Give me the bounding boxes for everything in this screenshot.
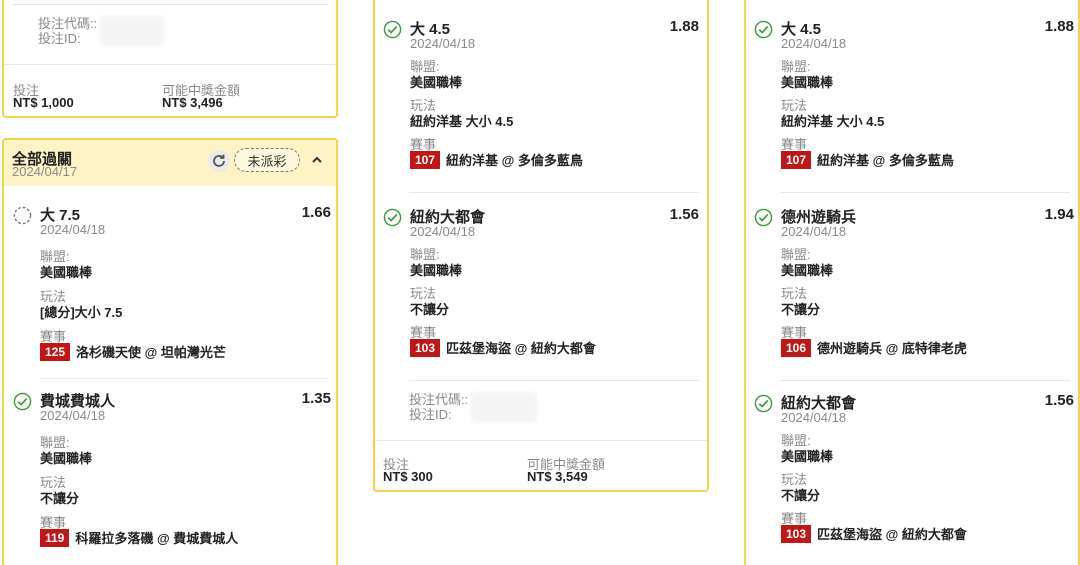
status-badge: 未派彩 xyxy=(234,148,300,172)
match-teams: 科羅拉多落磯 @ 費城費城人 xyxy=(75,531,239,546)
parlay-bet-card: 全部過關 2024/04/17 未派彩 大 7.5 1.66 2024/04/1… xyxy=(2,138,338,565)
bet-code-label: 投注代碼:: xyxy=(38,16,98,31)
bet-leg: 大 4.5 1.88 2024/04/18 聯盟: 美國職棒 玩法 紐約洋基 大… xyxy=(754,18,1074,178)
check-circle-icon xyxy=(754,208,773,227)
stake-value: NT$ 300 xyxy=(383,469,433,484)
match-number-badge: 103 xyxy=(781,524,812,543)
match-teams: 紐約洋基 @ 多倫多藍鳥 xyxy=(446,153,583,168)
bet-leg: 紐約大都會 1.56 2024/04/18 聯盟: 美國職棒 玩法 不讓分 賽事… xyxy=(754,392,1074,552)
league-value: 美國職棒 xyxy=(781,449,834,464)
pending-circle-icon xyxy=(13,206,32,225)
divider xyxy=(12,4,328,5)
potential-win-value: NT$ 3,549 xyxy=(527,469,588,484)
chevron-up-icon[interactable] xyxy=(310,153,324,167)
match-number-badge: 119 xyxy=(40,528,70,547)
match-value: 103 匹茲堡海盜 @ 紐約大都會 xyxy=(781,524,967,543)
leg-date: 2024/04/18 xyxy=(781,410,847,425)
divider xyxy=(4,64,336,65)
check-circle-icon xyxy=(754,20,773,39)
parlay-card-header[interactable]: 全部過關 2024/04/17 未派彩 xyxy=(4,140,336,186)
play-value: 不讓分 xyxy=(410,302,450,317)
play-value: 紐約洋基 大小 4.5 xyxy=(410,114,514,129)
match-value: 107 紐約洋基 @ 多倫多藍鳥 xyxy=(781,150,954,169)
match-value: 107 紐約洋基 @ 多倫多藍鳥 xyxy=(410,150,583,169)
play-value: 不讓分 xyxy=(781,302,821,317)
league-value: 美國職棒 xyxy=(410,75,463,90)
potential-win-value: NT$ 3,496 xyxy=(162,95,223,110)
league-value: 美國職棒 xyxy=(410,263,463,278)
leg-date: 2024/04/18 xyxy=(781,224,847,239)
play-value: [總分]大小 7.5 xyxy=(40,305,123,320)
league-value: 美國職棒 xyxy=(781,263,834,278)
divider xyxy=(409,380,699,381)
odds-value: 1.56 xyxy=(669,206,699,223)
divider xyxy=(375,440,707,441)
bet-code-label: 投注代碼:: xyxy=(409,392,469,407)
match-number-badge: 106 xyxy=(781,338,812,357)
check-circle-icon xyxy=(383,208,402,227)
bet-leg: 紐約大都會 1.56 2024/04/18 聯盟: 美國職棒 玩法 不讓分 賽事… xyxy=(383,206,701,366)
leg-date: 2024/04/18 xyxy=(40,222,106,237)
divider xyxy=(40,378,328,379)
leg-date: 2024/04/18 xyxy=(410,36,476,51)
bet-slip-card-top: 投注代碼:: 投注ID: 投注 NT$ 1,000 可能中獎金額 NT$ 3,4… xyxy=(2,0,338,118)
play-value: 不讓分 xyxy=(781,488,821,503)
bet-id-label: 投注ID: xyxy=(38,31,81,46)
leg-date: 2024/04/18 xyxy=(410,224,476,239)
divider xyxy=(409,192,699,193)
match-teams: 德州遊騎兵 @ 底特律老虎 xyxy=(817,341,967,356)
odds-value: 1.35 xyxy=(301,390,331,407)
check-circle-icon xyxy=(754,394,773,413)
play-value: 不讓分 xyxy=(40,491,80,506)
odds-value: 1.88 xyxy=(669,18,699,35)
match-number-badge: 103 xyxy=(410,338,441,357)
match-value: 125 洛杉磯天使 @ 坦帕灣光芒 xyxy=(40,342,226,361)
odds-value: 1.94 xyxy=(1044,206,1074,223)
bet-leg: 大 4.5 1.88 2024/04/18 聯盟: 美國職棒 玩法 紐約洋基 大… xyxy=(383,18,701,178)
match-number-badge: 107 xyxy=(781,150,812,169)
match-teams: 紐約洋基 @ 多倫多藍鳥 xyxy=(817,153,954,168)
match-teams: 洛杉磯天使 @ 坦帕灣光芒 xyxy=(76,345,226,360)
match-value: 103 匹茲堡海盜 @ 紐約大都會 xyxy=(410,338,596,357)
divider xyxy=(780,192,1070,193)
odds-value: 1.66 xyxy=(301,204,331,221)
match-number-badge: 107 xyxy=(410,150,441,169)
bet-leg: 德州遊騎兵 1.94 2024/04/18 聯盟: 美國職棒 玩法 不讓分 賽事… xyxy=(754,206,1074,366)
check-circle-icon xyxy=(383,20,402,39)
league-value: 美國職棒 xyxy=(40,451,93,466)
redacted-bet-code xyxy=(100,16,164,46)
check-circle-icon xyxy=(13,392,32,411)
bet-slip-card-middle: 大 4.5 1.88 2024/04/18 聯盟: 美國職棒 玩法 紐約洋基 大… xyxy=(373,0,709,492)
league-value: 美國職棒 xyxy=(781,75,834,90)
match-teams: 匹茲堡海盜 @ 紐約大都會 xyxy=(446,341,596,356)
play-value: 紐約洋基 大小 4.5 xyxy=(781,114,885,129)
match-value: 106 德州遊騎兵 @ 底特律老虎 xyxy=(781,338,967,357)
match-teams: 匹茲堡海盜 @ 紐約大都會 xyxy=(817,527,967,542)
leg-date: 2024/04/18 xyxy=(40,408,106,423)
bet-leg: 費城費城人 1.35 2024/04/18 聯盟: 美國職棒 玩法 不讓分 賽事… xyxy=(13,390,331,550)
odds-value: 1.88 xyxy=(1044,18,1074,35)
leg-date: 2024/04/18 xyxy=(781,36,847,51)
bet-id-label: 投注ID: xyxy=(409,407,452,422)
divider xyxy=(780,380,1070,381)
redacted-bet-code xyxy=(471,392,537,422)
refresh-icon[interactable] xyxy=(208,150,230,172)
parlay-date: 2024/04/17 xyxy=(12,164,78,179)
match-value: 119 科羅拉多落磯 @ 費城費城人 xyxy=(40,528,238,547)
bet-slip-card-right: 大 4.5 1.88 2024/04/18 聯盟: 美國職棒 玩法 紐約洋基 大… xyxy=(744,0,1080,565)
match-number-badge: 125 xyxy=(40,342,71,361)
stake-value: NT$ 1,000 xyxy=(13,95,74,110)
bet-leg: 大 7.5 1.66 2024/04/18 聯盟: 美國職棒 玩法 [總分]大小… xyxy=(13,204,331,364)
odds-value: 1.56 xyxy=(1044,392,1074,409)
league-value: 美國職棒 xyxy=(40,265,93,280)
